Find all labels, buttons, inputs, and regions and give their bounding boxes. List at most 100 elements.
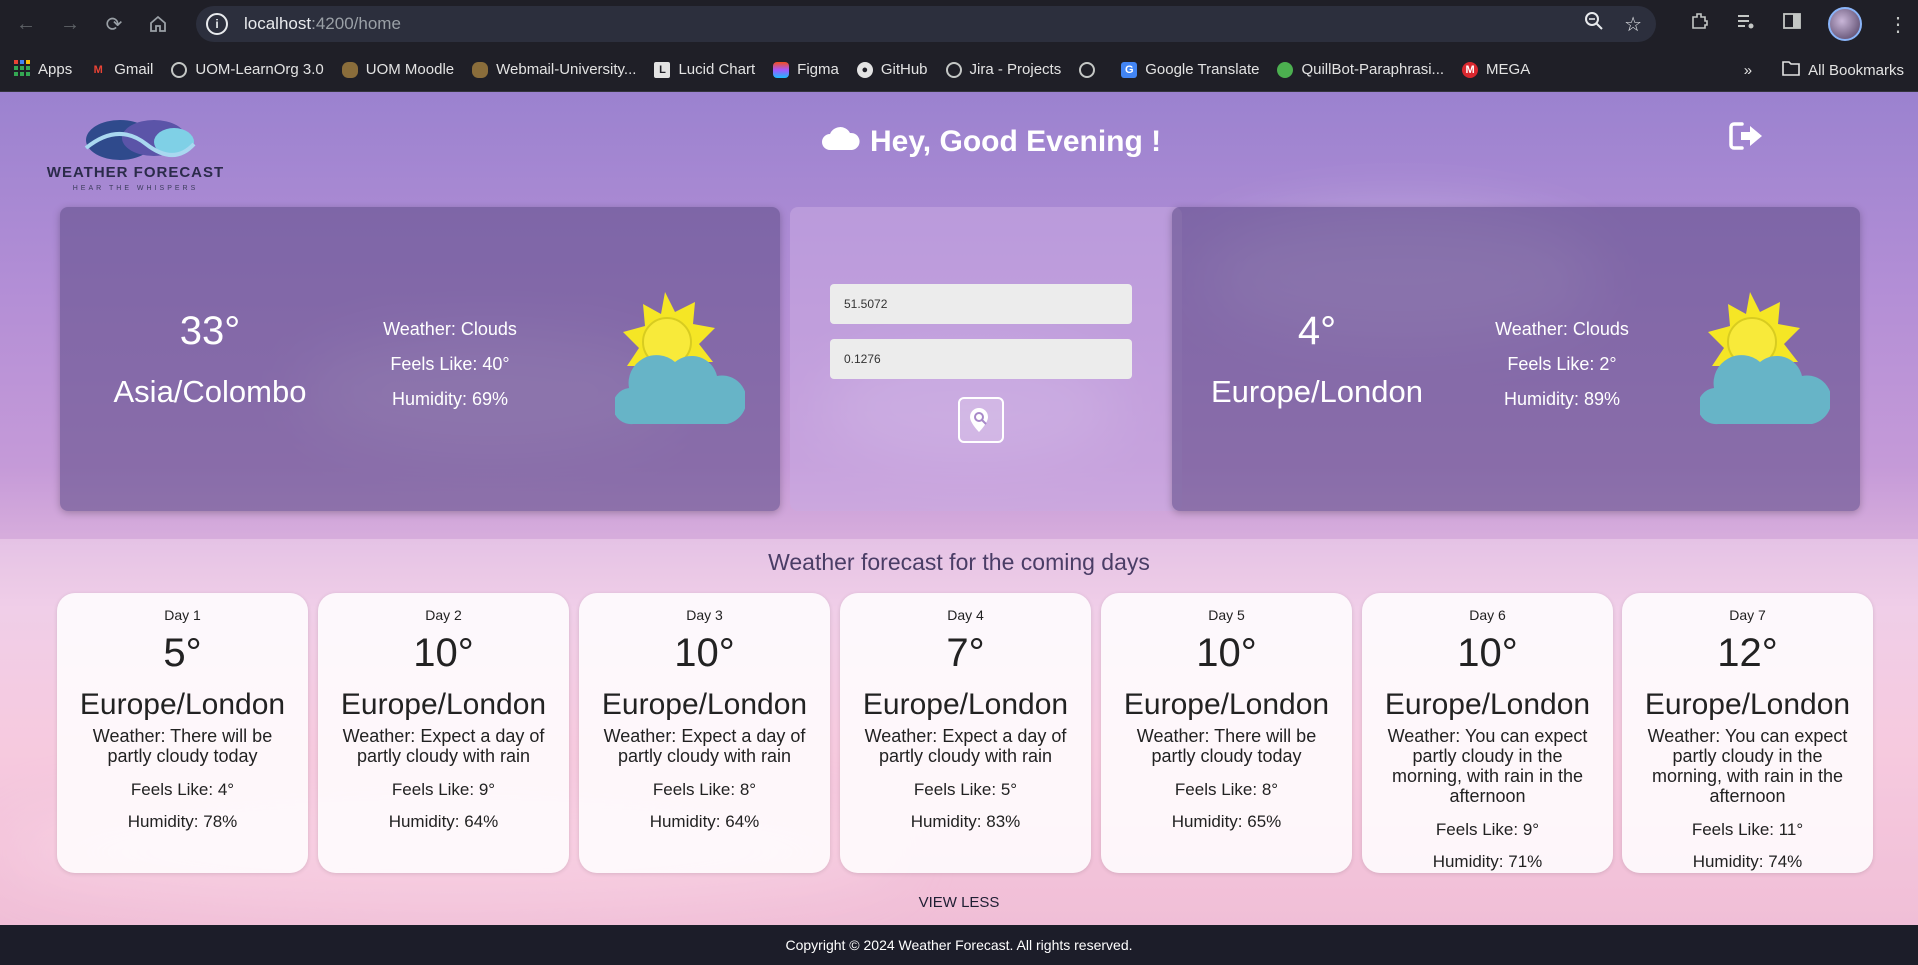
url-text[interactable]: localhost:4200/home bbox=[244, 14, 401, 34]
bookmark-webmail[interactable]: Webmail-University... bbox=[472, 61, 636, 78]
copyright-text: Copyright © 2024 Weather Forecast. All r… bbox=[785, 937, 1133, 953]
bookmarks-bar: Apps M Gmail UOM-LearnOrg 3.0 UOM Moodle … bbox=[0, 48, 1918, 92]
footer: Copyright © 2024 Weather Forecast. All r… bbox=[0, 925, 1918, 965]
current-details: Weather: Clouds Feels Like: 40° Humidity… bbox=[350, 312, 550, 417]
bookmark-lucid-chart[interactable]: L Lucid Chart bbox=[654, 61, 755, 78]
day-humidity: Humidity: 64% bbox=[388, 812, 499, 831]
bookmark-mega[interactable]: M MEGA bbox=[1462, 61, 1530, 78]
all-bookmarks[interactable]: All Bookmarks bbox=[1782, 60, 1904, 80]
forecast-day-card: Day 3 10° Europe/London Weather: Expect … bbox=[579, 593, 830, 873]
home-icon[interactable] bbox=[140, 6, 176, 42]
github-icon: ● bbox=[856, 61, 873, 78]
bookmark-jira[interactable]: Jira - Projects bbox=[945, 61, 1061, 78]
menu-kebab-icon[interactable]: ⋮ bbox=[1888, 12, 1908, 37]
globe-icon bbox=[1079, 61, 1096, 78]
bookmark-gmail[interactable]: M Gmail bbox=[90, 61, 154, 78]
day-feels: Feels Like: 9° bbox=[391, 780, 496, 799]
uom-crest-icon bbox=[472, 61, 489, 78]
gmail-icon: M bbox=[93, 63, 103, 76]
day-city: Europe/London bbox=[862, 688, 1069, 721]
forecast-day-card: Day 4 7° Europe/London Weather: Expect a… bbox=[840, 593, 1091, 873]
day-city: Europe/London bbox=[340, 688, 547, 721]
current-humidity: Humidity: 69% bbox=[391, 389, 509, 409]
greeting: Hey, Good Evening ! bbox=[820, 124, 1161, 160]
app-logo[interactable]: WEATHER FORECAST HEAR THE WHISPERS bbox=[38, 114, 233, 192]
day-temp: 10° bbox=[674, 631, 735, 675]
day-label: Day 4 bbox=[947, 607, 984, 623]
day-description: Weather: There will be partly cloudy tod… bbox=[92, 726, 273, 766]
search-location-button[interactable] bbox=[958, 397, 1004, 443]
reload-icon[interactable]: ⟳ bbox=[96, 6, 132, 42]
day-humidity: Humidity: 78% bbox=[127, 812, 238, 831]
logout-button[interactable] bbox=[1728, 120, 1766, 152]
day-description: Weather: Expect a day of partly cloudy w… bbox=[342, 726, 545, 766]
day-feels: Feels Like: 9° bbox=[1435, 820, 1540, 839]
bookmark-unnamed[interactable] bbox=[1079, 61, 1103, 78]
day-humidity: Humidity: 64% bbox=[649, 812, 760, 831]
apps-grid-icon bbox=[14, 59, 30, 80]
day-description: Weather: Expect a day of partly cloudy w… bbox=[603, 726, 806, 766]
browser-toolbar: ← → ⟳ i localhost:4200/home ☆ ⋮ bbox=[0, 0, 1918, 48]
globe-icon bbox=[945, 61, 962, 78]
bookmark-uom-moodle[interactable]: UOM Moodle bbox=[341, 61, 454, 78]
cloud-icon bbox=[820, 124, 860, 160]
forward-arrow-icon[interactable]: → bbox=[52, 6, 88, 42]
coordinates-search-card bbox=[790, 207, 1182, 511]
sun-cloud-icon bbox=[1700, 292, 1830, 425]
bookmark-star-icon[interactable]: ☆ bbox=[1624, 12, 1642, 37]
day-feels: Feels Like: 4° bbox=[130, 780, 235, 799]
sun-cloud-icon bbox=[615, 292, 745, 425]
day-description: Weather: You can expect partly cloudy in… bbox=[1647, 726, 1848, 806]
logo-tagline: HEAR THE WHISPERS bbox=[72, 185, 199, 192]
profile-avatar[interactable] bbox=[1828, 7, 1862, 41]
extensions-icon[interactable] bbox=[1690, 11, 1710, 37]
side-panel-icon[interactable] bbox=[1782, 11, 1802, 37]
longitude-input[interactable] bbox=[830, 339, 1132, 379]
address-bar[interactable]: i localhost:4200/home ☆ bbox=[196, 6, 1656, 42]
day-temp: 10° bbox=[1457, 631, 1518, 675]
current-feels: Feels Like: 40° bbox=[390, 354, 510, 374]
day-humidity: Humidity: 71% bbox=[1432, 852, 1543, 871]
bookmark-quillbot[interactable]: QuillBot-Paraphrasi... bbox=[1277, 61, 1444, 78]
bookmark-uom-learnorg[interactable]: UOM-LearnOrg 3.0 bbox=[171, 61, 324, 78]
day-feels: Feels Like: 11° bbox=[1691, 820, 1804, 839]
quillbot-icon bbox=[1277, 61, 1294, 78]
forecast-title: Weather forecast for the coming days bbox=[768, 549, 1150, 575]
day-label: Day 1 bbox=[164, 607, 201, 623]
weather-page: WEATHER FORECAST HEAR THE WHISPERS Hey, … bbox=[0, 92, 1918, 925]
logout-icon bbox=[1729, 122, 1762, 150]
day-temp: 10° bbox=[413, 631, 474, 675]
bookmark-google-translate[interactable]: G Google Translate bbox=[1121, 61, 1259, 78]
bookmark-github[interactable]: ● GitHub bbox=[856, 61, 928, 78]
latitude-input[interactable] bbox=[830, 284, 1132, 324]
day-label: Day 7 bbox=[1729, 607, 1766, 623]
view-less-button[interactable]: VIEW LESS bbox=[0, 894, 1918, 911]
back-arrow-icon[interactable]: ← bbox=[8, 6, 44, 42]
day-description: Weather: Expect a day of partly cloudy w… bbox=[864, 726, 1067, 766]
logo-wave-icon bbox=[84, 120, 196, 160]
day-city: Europe/London bbox=[1384, 688, 1591, 721]
day-description: Weather: There will be partly cloudy tod… bbox=[1136, 726, 1317, 766]
media-control-icon[interactable] bbox=[1736, 11, 1756, 37]
current-weather: Weather: Clouds bbox=[383, 319, 517, 339]
day-temp: 7° bbox=[946, 631, 985, 675]
bookmark-figma[interactable]: Figma bbox=[773, 61, 839, 78]
bookmarks-overflow-icon[interactable]: » bbox=[1744, 62, 1752, 79]
globe-icon bbox=[171, 61, 188, 78]
current-city: Asia/Colombo bbox=[113, 374, 307, 409]
current-weather-card-colombo: 33° Asia/Colombo Weather: Clouds Feels L… bbox=[60, 207, 780, 511]
current-temp: 4° bbox=[1297, 309, 1337, 353]
day-temp: 12° bbox=[1717, 631, 1778, 675]
greeting-text: Hey, Good Evening ! bbox=[870, 125, 1162, 158]
location-search-icon bbox=[970, 408, 988, 432]
forecast-day-card: Day 7 12° Europe/London Weather: You can… bbox=[1622, 593, 1873, 873]
forecast-day-card: Day 6 10° Europe/London Weather: You can… bbox=[1362, 593, 1613, 873]
current-feels: Feels Like: 2° bbox=[1507, 354, 1617, 374]
day-label: Day 6 bbox=[1469, 607, 1506, 623]
zoom-icon[interactable] bbox=[1584, 11, 1604, 37]
current-city: Europe/London bbox=[1210, 374, 1424, 409]
current-details: Weather: Clouds Feels Like: 2° Humidity:… bbox=[1462, 312, 1662, 417]
current-temp: 33° bbox=[179, 309, 241, 353]
bookmark-apps[interactable]: Apps bbox=[14, 59, 72, 80]
site-info-icon[interactable]: i bbox=[206, 13, 228, 35]
